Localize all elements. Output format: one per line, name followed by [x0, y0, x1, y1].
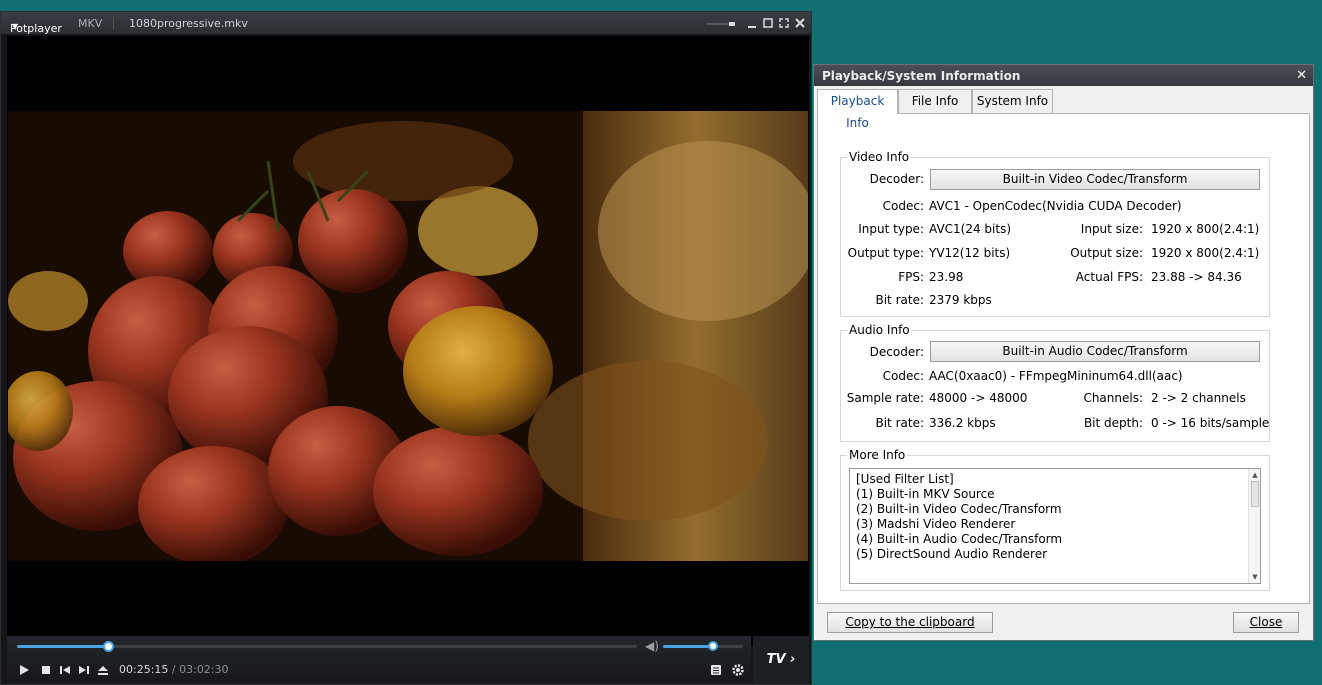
video-info-group: Video Info Decoder: Built-in Video Codec…	[840, 150, 1270, 317]
channels-value: 2 -> 2 channels	[1151, 391, 1246, 405]
dialog-close-icon[interactable]: ✕	[1296, 68, 1307, 83]
tv-button[interactable]: TV ›	[753, 636, 809, 684]
video-bitrate-label: Bit rate:	[875, 293, 924, 307]
chevron-right-icon: ›	[785, 652, 796, 667]
gear-icon[interactable]	[731, 663, 745, 677]
dialog-title: Playback/System Information	[822, 69, 1021, 83]
audio-info-title: Audio Info	[847, 323, 912, 337]
video-decoder-button[interactable]: Built-in Video Codec/Transform	[930, 169, 1260, 190]
current-time: 00:25:15	[119, 663, 169, 676]
list-item: (5) DirectSound Audio Renderer	[856, 547, 1048, 561]
video-bitrate-value: 2379 kbps	[929, 293, 992, 307]
close-icon[interactable]	[793, 16, 807, 30]
title-divider	[113, 17, 114, 29]
volume-fill	[663, 645, 714, 648]
video-decoder-label: Decoder:	[869, 172, 924, 186]
tab-playback-info[interactable]: Playback Info	[817, 89, 898, 130]
audio-info-group: Audio Info Decoder: Built-in Audio Codec…	[840, 323, 1270, 442]
playback-info-panel: Video Info Decoder: Built-in Video Codec…	[817, 113, 1310, 604]
audio-decoder-button[interactable]: Built-in Audio Codec/Transform	[930, 341, 1260, 362]
sample-rate-value: 48000 -> 48000	[929, 391, 1028, 405]
audio-codec-label: Codec:	[882, 369, 924, 383]
previous-icon[interactable]	[58, 663, 72, 677]
speaker-icon[interactable]: ◀)	[645, 639, 659, 653]
input-type-label: Input type:	[858, 222, 924, 236]
fps-label: FPS:	[898, 270, 924, 284]
output-size-label: Output size:	[1070, 246, 1143, 260]
input-size-value: 1920 x 800(2.4:1)	[1151, 222, 1260, 236]
list-item: (2) Built-in Video Codec/Transform	[856, 502, 1062, 516]
list-item: (4) Built-in Audio Codec/Transform	[856, 532, 1063, 546]
eject-icon[interactable]	[96, 663, 110, 677]
sample-rate-label: Sample rate:	[846, 391, 924, 405]
stop-icon[interactable]	[39, 663, 53, 677]
video-frame	[8, 111, 808, 561]
video-codec-label: Codec:	[882, 199, 924, 213]
input-size-label: Input size:	[1080, 222, 1143, 236]
tab-file-info[interactable]: File Info	[898, 89, 972, 113]
dialog-titlebar: Playback/System Information ✕	[814, 65, 1313, 86]
video-area[interactable]	[7, 36, 809, 646]
output-type-label: Output type:	[847, 246, 924, 260]
video-codec-value: AVC1 - OpenCodec(Nvidia CUDA Decoder)	[929, 199, 1182, 213]
bit-depth-value: 0 -> 16 bits/sample	[1151, 416, 1270, 430]
actual-fps-label: Actual FPS:	[1075, 270, 1143, 284]
scroll-up-icon[interactable]: ▲	[1249, 469, 1261, 481]
playlist-icon[interactable]	[709, 663, 723, 677]
play-icon[interactable]	[17, 663, 31, 677]
input-type-value: AVC1(24 bits)	[929, 222, 1012, 236]
channels-label: Channels:	[1083, 391, 1143, 405]
volume-handle[interactable]	[708, 641, 719, 651]
bit-depth-label: Bit depth:	[1083, 416, 1143, 430]
close-button[interactable]: Close	[1233, 612, 1299, 633]
video-info-title: Video Info	[847, 150, 912, 164]
scroll-thumb[interactable]	[1251, 481, 1259, 507]
audio-bitrate-label: Bit rate:	[875, 416, 924, 430]
list-item: (1) Built-in MKV Source	[856, 487, 995, 501]
minimize-icon[interactable]	[745, 16, 759, 30]
time-separator: /	[168, 663, 180, 676]
actual-fps-value: 23.88 -> 84.36	[1151, 270, 1242, 284]
volume-slider[interactable]	[663, 641, 743, 651]
titlebar-line-icon[interactable]	[707, 16, 735, 30]
playback-info-dialog: Playback/System Information ✕ Playback I…	[813, 64, 1314, 641]
seek-bar[interactable]	[17, 641, 637, 652]
tv-label: TV	[766, 652, 786, 667]
time-display: 00:25:15 / 03:02:30	[119, 663, 229, 676]
audio-bitrate-value: 336.2 kbps	[929, 416, 996, 430]
seek-progress-fill	[17, 645, 108, 648]
output-size-value: 1920 x 800(2.4:1)	[1151, 246, 1260, 260]
total-time: 03:02:30	[179, 663, 229, 676]
next-icon[interactable]	[77, 663, 91, 677]
output-type-value: YV12(12 bits)	[929, 246, 1011, 260]
maximize-icon[interactable]	[761, 16, 775, 30]
caret-down-icon: ▼	[12, 22, 19, 31]
player-control-bar: ◀) 00:25:15 / 03:02:30	[7, 636, 751, 684]
format-label: MKV	[78, 17, 103, 30]
fps-value: 23.98	[929, 270, 964, 284]
more-info-group: More Info [Used Filter List] (1) Built-i…	[840, 448, 1270, 591]
player-titlebar: Potplayer ▼ MKV 1080progressive.mkv	[1, 12, 811, 35]
seek-handle[interactable]	[102, 641, 114, 652]
copy-to-clipboard-button[interactable]: Copy to the clipboard	[827, 612, 993, 633]
list-item: [Used Filter List]	[856, 472, 954, 486]
filename-label: 1080progressive.mkv	[129, 17, 248, 30]
scroll-down-icon[interactable]: ▼	[1249, 571, 1261, 583]
audio-codec-value: AAC(0xaac0) - FFmpegMininum64.dll(aac)	[929, 369, 1183, 383]
audio-decoder-label: Decoder:	[869, 345, 924, 359]
potplayer-window: Potplayer ▼ MKV 1080progressive.mkv ◀) 0…	[0, 11, 812, 685]
fullscreen-icon[interactable]	[777, 16, 791, 30]
tab-system-info[interactable]: System Info	[972, 89, 1053, 113]
filter-list-box[interactable]: [Used Filter List] (1) Built-in MKV Sour…	[849, 468, 1261, 584]
list-item: (3) Madshi Video Renderer	[856, 517, 1016, 531]
list-scrollbar[interactable]: ▲ ▼	[1248, 469, 1260, 583]
more-info-title: More Info	[847, 448, 908, 462]
